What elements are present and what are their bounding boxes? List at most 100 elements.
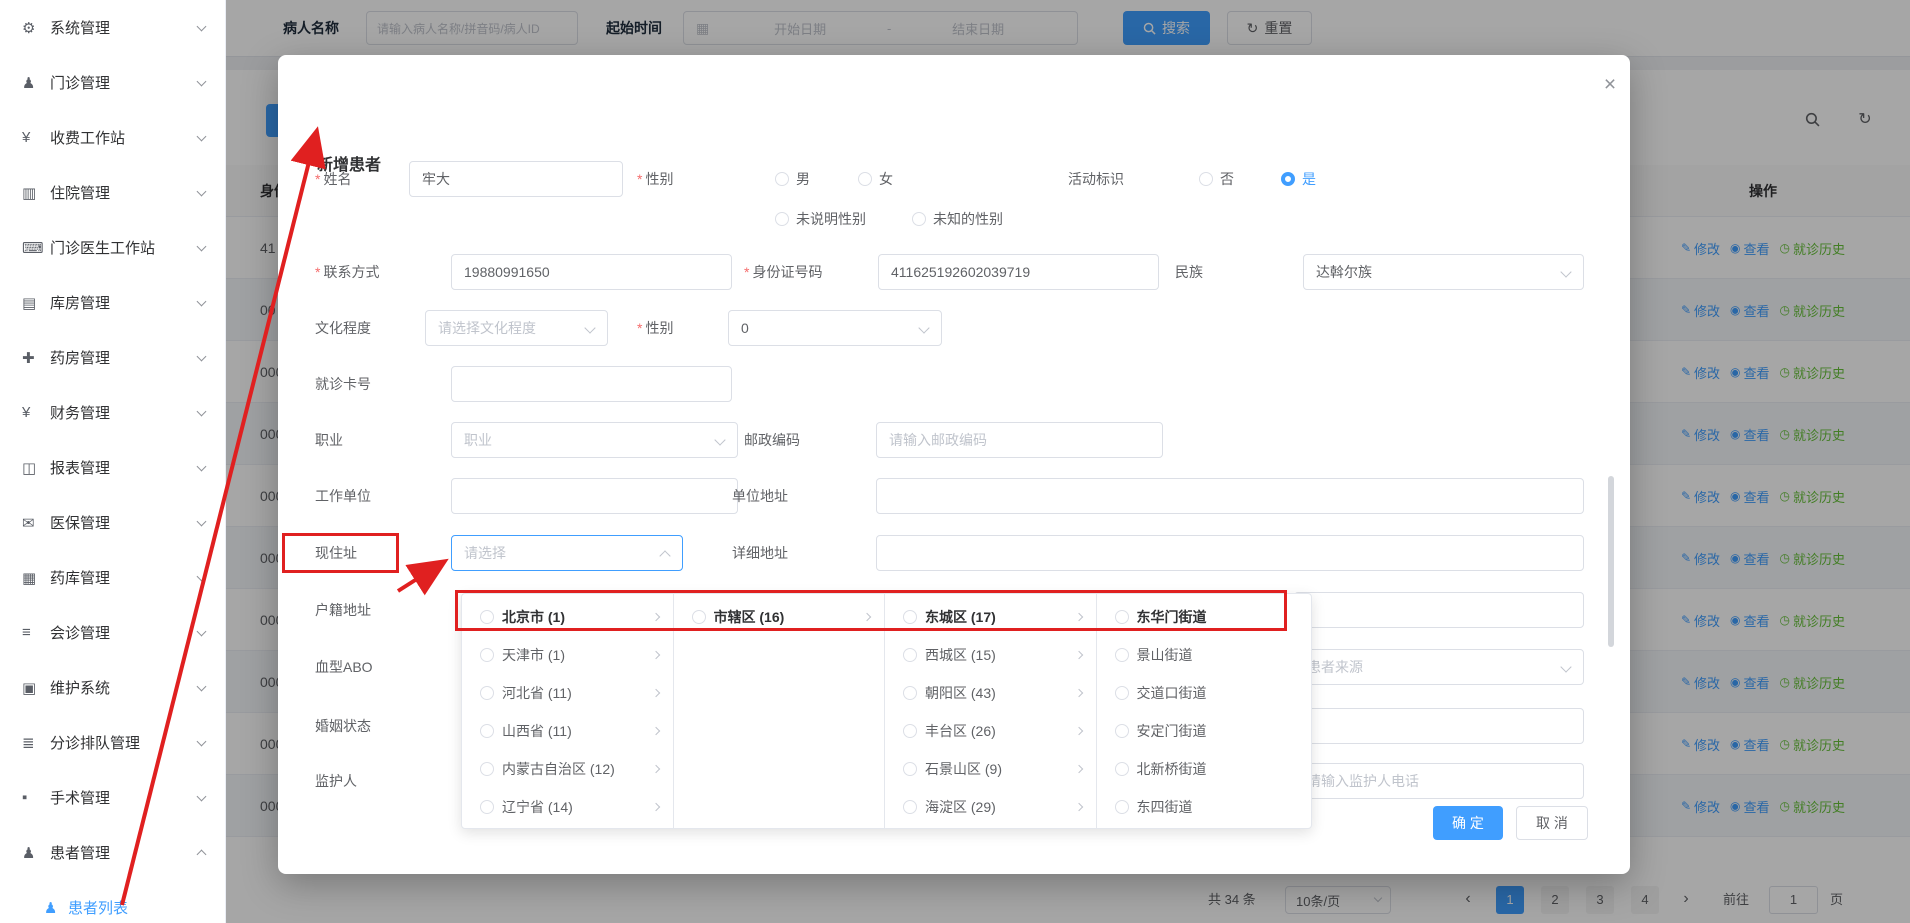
ethnicity-select[interactable]: 达斡尔族 bbox=[1303, 254, 1584, 290]
patient-source-select[interactable]: 患者来源 bbox=[1294, 649, 1584, 685]
cascader-option[interactable]: 石景山区 (9) bbox=[885, 750, 1096, 788]
radio-icon[interactable] bbox=[692, 610, 706, 624]
radio-icon[interactable] bbox=[903, 686, 917, 700]
close-icon[interactable]: × bbox=[1596, 71, 1624, 99]
guardian-phone-input[interactable]: 请输入监护人电话 bbox=[1294, 763, 1584, 799]
radio-icon[interactable] bbox=[480, 610, 494, 624]
current-address-label: 现住址 bbox=[315, 535, 357, 571]
cascader-option[interactable]: 天津市 (1) bbox=[462, 636, 673, 674]
radio-icon[interactable] bbox=[903, 724, 917, 738]
gender2-select[interactable]: 0 bbox=[728, 310, 942, 346]
triage-queue-mgmt-icon: ≣ bbox=[22, 734, 50, 752]
cascader-option[interactable]: 东城区 (17) bbox=[885, 598, 1096, 636]
cascader-option[interactable]: 交道口街道 bbox=[1097, 674, 1312, 712]
storehouse-mgmt-icon: ▤ bbox=[22, 294, 50, 312]
radio-icon[interactable] bbox=[480, 724, 494, 738]
postal-input[interactable]: 请输入邮政编码 bbox=[876, 422, 1163, 458]
cascader-option[interactable]: 朝阳区 (43) bbox=[885, 674, 1096, 712]
guardian-label: 监护人 bbox=[315, 763, 357, 799]
marital-row-input[interactable] bbox=[1294, 708, 1584, 744]
confirm-button[interactable]: 确 定 bbox=[1433, 806, 1503, 840]
household-detail-input[interactable] bbox=[1294, 592, 1584, 628]
radio-icon[interactable] bbox=[480, 762, 494, 776]
employer-input[interactable] bbox=[451, 478, 738, 514]
radio-icon[interactable] bbox=[903, 610, 917, 624]
radio-icon bbox=[858, 172, 872, 186]
sidebar-item-drug-storage-mgmt[interactable]: ▦ 药库管理 bbox=[0, 550, 225, 605]
cascader-option[interactable]: 丰台区 (26) bbox=[885, 712, 1096, 750]
sidebar-item-storehouse-mgmt[interactable]: ▤ 库房管理 bbox=[0, 275, 225, 330]
radio-icon[interactable] bbox=[903, 648, 917, 662]
chevron-right-icon bbox=[863, 613, 871, 621]
radio-icon[interactable] bbox=[480, 800, 494, 814]
name-input[interactable]: 牢大 bbox=[409, 161, 623, 197]
chevron-right-icon bbox=[651, 765, 659, 773]
chevron-down-icon bbox=[197, 186, 207, 196]
modal-scrollbar[interactable] bbox=[1608, 476, 1614, 647]
sidebar-item-triage-queue-mgmt[interactable]: ≣ 分诊排队管理 bbox=[0, 715, 225, 770]
chevron-right-icon bbox=[651, 613, 659, 621]
sidebar-item-patient-mgmt[interactable]: ♟ 患者管理 bbox=[0, 825, 225, 880]
radio-icon[interactable] bbox=[1115, 610, 1129, 624]
radio-icon[interactable] bbox=[1115, 800, 1129, 814]
sidebar-item-pharmacy-mgmt[interactable]: ✚ 药房管理 bbox=[0, 330, 225, 385]
radio-icon[interactable] bbox=[480, 686, 494, 700]
blood-type-label: 血型ABO bbox=[315, 649, 373, 685]
sidebar-item-fee-workstation[interactable]: ¥ 收费工作站 bbox=[0, 110, 225, 165]
radio-male[interactable]: 男 bbox=[775, 161, 810, 197]
card-number-input[interactable] bbox=[451, 366, 732, 402]
cascader-option[interactable]: 西城区 (15) bbox=[885, 636, 1096, 674]
chevron-down-icon bbox=[197, 351, 207, 361]
cascader-option[interactable]: 内蒙古自治区 (12) bbox=[462, 750, 673, 788]
detail-address-input[interactable] bbox=[876, 535, 1584, 571]
radio-active-yes[interactable]: 是 bbox=[1281, 161, 1316, 197]
cascader-option[interactable]: 北京市 (1) bbox=[462, 598, 673, 636]
chevron-right-icon bbox=[651, 727, 659, 735]
id-number-input[interactable]: 411625192602039719 bbox=[878, 254, 1159, 290]
chevron-right-icon bbox=[651, 651, 659, 659]
contact-input[interactable]: 19880991650 bbox=[451, 254, 732, 290]
occupation-select[interactable]: 职业 bbox=[451, 422, 738, 458]
maintenance-system-icon: ▣ bbox=[22, 679, 50, 697]
education-select[interactable]: 请选择文化程度 bbox=[425, 310, 608, 346]
current-address-cascader[interactable]: 请选择 bbox=[451, 535, 683, 571]
sidebar-item-finance-mgmt[interactable]: ¥ 财务管理 bbox=[0, 385, 225, 440]
cascader-option[interactable]: 海淀区 (29) bbox=[885, 788, 1096, 826]
marital-label: 婚姻状态 bbox=[315, 708, 371, 744]
insurance-mgmt-icon: ✉ bbox=[22, 514, 50, 532]
cascader-option[interactable]: 东华门街道 bbox=[1097, 598, 1312, 636]
cascader-option[interactable]: 北新桥街道 bbox=[1097, 750, 1312, 788]
radio-icon[interactable] bbox=[1115, 686, 1129, 700]
radio-icon[interactable] bbox=[903, 762, 917, 776]
cascader-option[interactable]: 山西省 (11) bbox=[462, 712, 673, 750]
sidebar-item-patient-list[interactable]: ♟ 患者列表 bbox=[0, 880, 225, 923]
radio-active-no[interactable]: 否 bbox=[1199, 161, 1234, 197]
cascader-option[interactable]: 辽宁省 (14) bbox=[462, 788, 673, 826]
cascader-option[interactable]: 景山街道 bbox=[1097, 636, 1312, 674]
cascader-option[interactable]: 河北省 (11) bbox=[462, 674, 673, 712]
radio-female[interactable]: 女 bbox=[858, 161, 893, 197]
sidebar-item-surgery-mgmt[interactable]: ▪ 手术管理 bbox=[0, 770, 225, 825]
consultation-mgmt-icon: ≡ bbox=[22, 624, 50, 641]
sidebar-item-report-mgmt[interactable]: ◫ 报表管理 bbox=[0, 440, 225, 495]
sidebar-item-outpatient-doctor-workstation[interactable]: ⌨ 门诊医生工作站 bbox=[0, 220, 225, 275]
sidebar-item-insurance-mgmt[interactable]: ✉ 医保管理 bbox=[0, 495, 225, 550]
sidebar-item-inpatient-mgmt[interactable]: ▥ 住院管理 bbox=[0, 165, 225, 220]
radio-icon[interactable] bbox=[1115, 724, 1129, 738]
cascader-option[interactable]: 市辖区 (16) bbox=[674, 598, 885, 636]
radio-gender-unstated[interactable]: 未说明性别 bbox=[775, 201, 866, 237]
cascader-option[interactable]: 东四街道 bbox=[1097, 788, 1312, 826]
cancel-button[interactable]: 取 消 bbox=[1516, 806, 1588, 840]
sidebar-item-maintenance-system[interactable]: ▣ 维护系统 bbox=[0, 660, 225, 715]
sidebar-item-outpatient-mgmt[interactable]: ♟ 门诊管理 bbox=[0, 55, 225, 110]
radio-icon[interactable] bbox=[1115, 648, 1129, 662]
radio-gender-unknown[interactable]: 未知的性别 bbox=[912, 201, 1003, 237]
cascader-option[interactable]: 安定门街道 bbox=[1097, 712, 1312, 750]
gender-label: *性别 bbox=[637, 161, 673, 197]
radio-icon[interactable] bbox=[903, 800, 917, 814]
sidebar-item-consultation-mgmt[interactable]: ≡ 会诊管理 bbox=[0, 605, 225, 660]
sidebar-item-system-mgmt[interactable]: ⚙ 系统管理 bbox=[0, 0, 225, 55]
employer-address-input[interactable] bbox=[876, 478, 1584, 514]
radio-icon[interactable] bbox=[1115, 762, 1129, 776]
radio-icon[interactable] bbox=[480, 648, 494, 662]
